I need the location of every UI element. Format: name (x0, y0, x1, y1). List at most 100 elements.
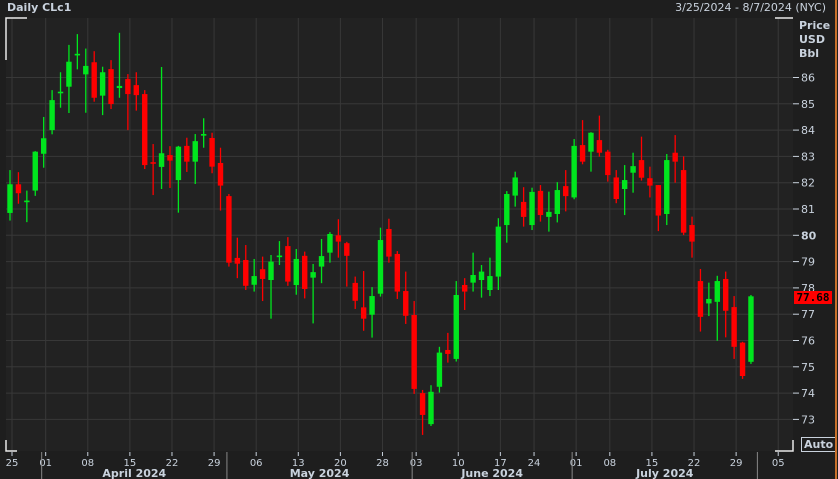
candle-body (428, 391, 434, 425)
candle-body (142, 94, 148, 166)
candle-body (748, 296, 754, 362)
candle-body (588, 132, 594, 152)
candle-body (360, 307, 367, 319)
candle-body (226, 196, 232, 263)
x-tick-label: 22 (166, 458, 179, 469)
y-tick-label: 84 (801, 124, 815, 137)
candle (571, 139, 577, 200)
candle-body (83, 65, 89, 75)
candle-body (108, 69, 114, 105)
candle-body (251, 276, 257, 285)
candle-body (672, 152, 678, 162)
y-tick-label: 80 (801, 229, 817, 242)
candle-body (293, 258, 299, 286)
candle-body (133, 85, 139, 96)
candle-body (167, 155, 173, 161)
axis-unit-currency: USD (799, 33, 825, 46)
candle-body (209, 137, 215, 167)
candle (226, 194, 232, 267)
candlestick-chart: 7374757677787980818283848586 25 01 08 15 22 2… (0, 0, 838, 479)
candle-body (32, 151, 38, 191)
x-tick-label: 29 (730, 458, 743, 469)
x-tick-label: 29 (208, 458, 221, 469)
auto-scale-button[interactable]: Auto (801, 437, 837, 452)
candle-body (99, 72, 106, 96)
y-tick-label: 77 (801, 308, 815, 321)
candle-body (91, 62, 97, 98)
candle-body (731, 307, 737, 347)
candle-body (268, 261, 274, 281)
candle-body (512, 177, 518, 196)
y-tick-label: 75 (801, 361, 815, 374)
candle (739, 341, 746, 379)
candle-body (74, 53, 81, 56)
chart-title: Daily CLc1 (7, 1, 72, 14)
x-tick-label: 08 (81, 458, 94, 469)
date-range[interactable]: 3/25/2024 - 8/7/2024 (NYC) (675, 1, 826, 14)
candle-body (377, 240, 384, 294)
candle-body (302, 255, 308, 289)
candle-body (596, 140, 603, 153)
x-tick-label: 06 (250, 458, 263, 469)
y-tick-label: 81 (801, 203, 815, 216)
candle-body (327, 233, 333, 253)
candle (748, 295, 754, 364)
plot-area[interactable] (6, 18, 793, 451)
candle-body (529, 191, 535, 226)
candle (142, 90, 148, 170)
candle-body (125, 79, 131, 95)
y-tick-label: 85 (801, 98, 815, 111)
x-tick-label: 28 (376, 458, 389, 469)
candle-body (647, 178, 653, 186)
candle-body (116, 85, 123, 89)
candle-body (411, 314, 417, 389)
candle-body (689, 225, 695, 242)
month-label: May 2024 (290, 467, 350, 479)
candle-body (453, 295, 459, 359)
y-tick-label: 73 (801, 413, 815, 426)
candle-body (655, 185, 662, 216)
candle-body (184, 145, 190, 162)
candle-body (419, 393, 426, 415)
candle-body (487, 276, 493, 291)
y-tick-label: 86 (801, 72, 815, 85)
candle-body (276, 255, 283, 258)
last-price-tag: 77.68 (794, 291, 832, 304)
candle-body (537, 190, 544, 216)
candle-body (697, 281, 704, 317)
candle-body (723, 278, 729, 311)
candle-body (217, 162, 224, 186)
x-tick-label: 25 (6, 458, 19, 469)
candle-body (66, 61, 72, 87)
candle-body (49, 100, 55, 131)
candle (436, 346, 443, 393)
candle-body (563, 186, 569, 197)
candle-body (7, 184, 13, 213)
candle-body (605, 151, 611, 176)
candle-body (478, 271, 485, 281)
y-tick-label: 74 (801, 387, 815, 400)
x-tick-label: 24 (528, 458, 541, 469)
candle (529, 187, 535, 231)
y-tick-label: 83 (801, 150, 815, 163)
candle (32, 151, 38, 196)
candle-body (621, 180, 628, 190)
candle-body (579, 145, 586, 162)
candle-body (318, 256, 325, 267)
candle-body (664, 160, 670, 214)
month-label: June 2024 (460, 467, 523, 479)
candle-body (200, 134, 207, 136)
candle-body (352, 282, 358, 301)
candle-body (714, 281, 720, 302)
candle-body (234, 257, 241, 264)
candle-body (192, 141, 198, 162)
candle-body (638, 160, 645, 178)
candle-body (344, 243, 350, 256)
y-tick-label: 82 (801, 177, 815, 190)
candle-body (554, 190, 560, 214)
candle-body (259, 269, 266, 279)
candle-body (403, 291, 409, 316)
candle-body (175, 146, 182, 181)
candle-body (57, 91, 64, 94)
candle-body (445, 349, 451, 354)
